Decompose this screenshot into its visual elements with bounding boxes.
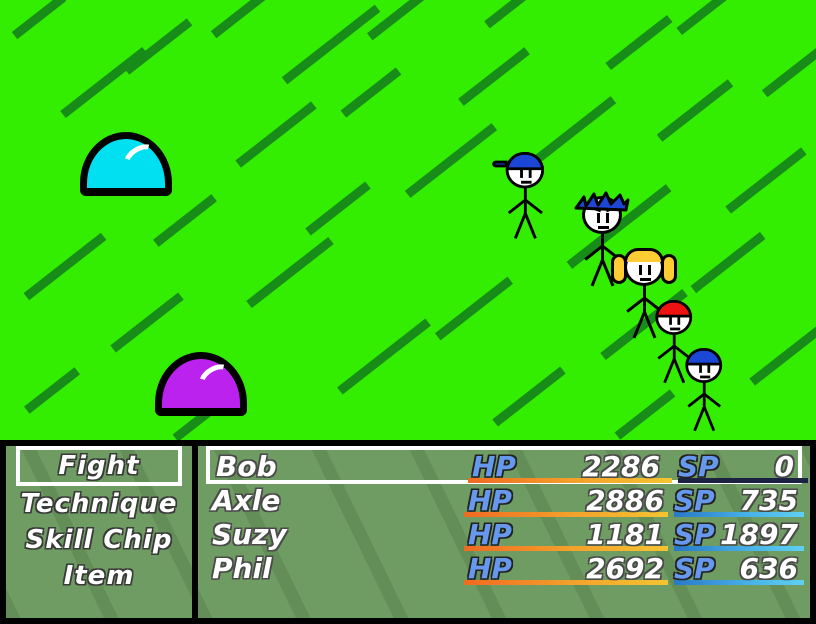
grass-blade bbox=[725, 147, 807, 214]
hp-value: 1181 bbox=[586, 518, 664, 551]
grass-blade bbox=[434, 276, 514, 341]
hp-label: HP bbox=[468, 518, 512, 551]
row-content: Bob HP 2286 SP 0 bbox=[210, 450, 808, 483]
grass-blade bbox=[281, 4, 381, 85]
party-member-row[interactable]: Suzy HP 1181 SP 1897 bbox=[206, 518, 804, 552]
grass-blade bbox=[614, 389, 676, 440]
grass-blade bbox=[404, 123, 498, 198]
grass-blade bbox=[458, 47, 530, 106]
grass-blade bbox=[110, 292, 184, 353]
figure-eye bbox=[597, 213, 600, 223]
figure-eye bbox=[639, 265, 642, 275]
command-menu-list[interactable]: Fight Technique Skill Chip Item bbox=[6, 446, 192, 594]
grass-blade bbox=[656, 79, 734, 142]
figure-limb bbox=[524, 212, 537, 239]
grass-blade bbox=[123, 18, 193, 75]
hp-value: 2692 bbox=[586, 552, 664, 585]
grass-blade bbox=[153, 194, 217, 247]
row-content: Axle HP 2886 SP 735 bbox=[206, 484, 804, 518]
grass-blade bbox=[210, 0, 274, 39]
grass-blade bbox=[366, 0, 446, 41]
hp-label: HP bbox=[472, 450, 516, 483]
member-name: Suzy bbox=[212, 518, 287, 551]
sp-value: 0 bbox=[774, 450, 794, 483]
grass-blade bbox=[23, 232, 107, 301]
spiky-hair-icon bbox=[570, 190, 632, 212]
member-name: Axle bbox=[212, 484, 281, 517]
figure-limb bbox=[524, 198, 543, 215]
baseball-cap-icon bbox=[655, 300, 693, 318]
figure-eye bbox=[606, 213, 609, 223]
sp-label: SP bbox=[678, 450, 719, 483]
figure-mouth bbox=[598, 226, 609, 229]
grass-blade bbox=[690, 231, 766, 294]
sp-value: 735 bbox=[739, 484, 798, 517]
sp-label: SP bbox=[674, 484, 715, 517]
dome-highlight bbox=[118, 138, 164, 180]
cap-brim bbox=[492, 160, 508, 168]
party-stats-panel: Bob HP 2286 SP 0 Axle HP 2886 SP 735 Suzy HP 1181 SP 1… bbox=[198, 446, 810, 618]
grass-blade bbox=[24, 367, 80, 414]
party-member-row[interactable]: Bob HP 2286 SP 0 bbox=[206, 446, 808, 484]
figure-eye bbox=[648, 265, 651, 275]
blue-cap-figure-far[interactable] bbox=[492, 152, 552, 240]
battle-screen: Fight Technique Skill Chip Item Bob HP 2286 SP… bbox=[0, 0, 816, 624]
row-content: Suzy HP 1181 SP 1897 bbox=[206, 518, 804, 552]
baseball-cap-icon bbox=[685, 348, 723, 366]
blue-cap-figure-near[interactable] bbox=[678, 348, 730, 433]
grass-blade bbox=[749, 319, 816, 386]
member-name: Phil bbox=[212, 552, 272, 585]
menu-item-technique[interactable]: Technique bbox=[16, 486, 182, 522]
sp-label: SP bbox=[674, 518, 715, 551]
grass-blade bbox=[484, 0, 542, 29]
blonde-bangs bbox=[624, 248, 664, 262]
sp-label: SP bbox=[674, 552, 715, 585]
battle-hud: Fight Technique Skill Chip Item Bob HP 2286 SP… bbox=[0, 440, 816, 624]
grass-blade bbox=[11, 0, 67, 40]
hp-value: 2886 bbox=[586, 484, 664, 517]
grass-blade bbox=[492, 366, 566, 427]
grass-blade bbox=[337, 318, 431, 395]
menu-item-fight[interactable]: Fight bbox=[16, 446, 182, 486]
figure-limb bbox=[703, 392, 722, 408]
grass-blade bbox=[235, 101, 317, 168]
grass-blade bbox=[605, 14, 673, 71]
cyan-dome bbox=[80, 132, 172, 196]
menu-item-label: Skill Chip bbox=[25, 525, 173, 555]
party-stats-list: Bob HP 2286 SP 0 Axle HP 2886 SP 735 Suzy HP 1181 SP 1… bbox=[198, 446, 810, 586]
menu-item-label: Item bbox=[63, 561, 135, 591]
hp-label: HP bbox=[468, 552, 512, 585]
figure-mouth bbox=[640, 278, 651, 281]
menu-item-label: Technique bbox=[20, 489, 178, 519]
grass-blade bbox=[340, 67, 402, 118]
command-menu-panel: Fight Technique Skill Chip Item bbox=[6, 446, 192, 618]
menu-item-skill-chip[interactable]: Skill Chip bbox=[16, 522, 182, 558]
hp-value: 2286 bbox=[582, 450, 660, 483]
figure-mouth bbox=[700, 375, 711, 379]
figure-mouth bbox=[670, 327, 681, 331]
hp-label: HP bbox=[468, 484, 512, 517]
sp-value: 636 bbox=[739, 552, 798, 585]
sp-value: 1897 bbox=[720, 518, 798, 551]
grass-blade bbox=[305, 181, 371, 236]
figure-limb bbox=[702, 406, 716, 432]
purple-dome bbox=[155, 352, 247, 416]
grass-blade bbox=[761, 39, 816, 98]
row-content: Phil HP 2692 SP 636 bbox=[206, 552, 804, 586]
figure-mouth bbox=[521, 180, 532, 184]
dome-highlight bbox=[193, 358, 239, 400]
member-name: Bob bbox=[216, 450, 277, 483]
party-member-row[interactable]: Phil HP 2692 SP 636 bbox=[206, 552, 804, 586]
grass-blade bbox=[246, 236, 334, 309]
grass-blade bbox=[676, 0, 736, 35]
menu-item-label: Fight bbox=[58, 451, 140, 481]
menu-item-item[interactable]: Item bbox=[16, 558, 182, 594]
baseball-cap-icon bbox=[505, 152, 545, 171]
battle-field bbox=[0, 0, 816, 440]
party-member-row[interactable]: Axle HP 2886 SP 735 bbox=[206, 484, 804, 518]
